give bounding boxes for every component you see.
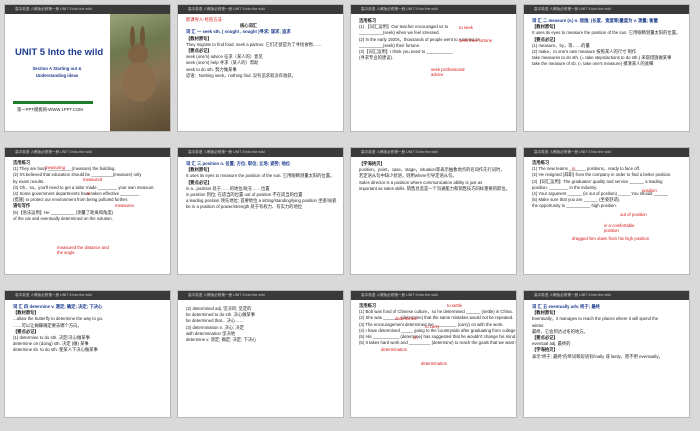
text-line: of the car and eventually determined on … xyxy=(13,215,113,221)
slide-header: 高中英语 人教版必修第一册 UNIT 5 Into the wild xyxy=(351,5,516,14)
text-line: take the measure of sb. (= take one's me… xyxy=(532,61,654,67)
text-line: (6) It takes hard work and _________ (de… xyxy=(359,340,516,346)
slide-header: 高中英语 人教版必修第一册 UNIT 5 Into the wild xyxy=(5,291,170,300)
answer-text: out of position xyxy=(620,212,647,217)
slide-header: 高中英语 人教版必修第一册 UNIT 5 Into the wild xyxy=(351,148,516,157)
slide-header: 高中英语 人教版必修第一册 UNIT 5 Into the wild xyxy=(178,148,343,157)
slide-thumbnail-10[interactable]: 高中英语 人教版必修第一册 UNIT 5 Into the wild (2) d… xyxy=(178,291,343,417)
rabbit-photo xyxy=(110,14,170,131)
slide-thumbnail-9[interactable]: 高中英语 人教版必修第一册 UNIT 5 Into the wild 词 汇 四… xyxy=(5,291,170,417)
slide-thumbnail-8[interactable]: 高中英语 人教版必修第一册 UNIT 5 Into the wild 活用练习 … xyxy=(524,148,689,274)
text-line: (2) She was _______ (determine) that the… xyxy=(359,315,514,321)
text-line: It uses its eyes to measure the position… xyxy=(532,30,681,36)
slide-header: 高中英语 人教版必修第一册 UNIT 5 Into the wild xyxy=(524,148,689,157)
answer-text: position xyxy=(642,188,657,193)
answer-text: measured the distance and the angle xyxy=(57,245,109,255)
slide-header: 高中英语 人教版必修第一册 UNIT 5 Into the wild xyxy=(351,291,516,300)
answer-text: seek professional advice xyxy=(431,67,465,77)
answer-text: to carry xyxy=(425,324,440,329)
answer-text: measuring xyxy=(45,165,66,170)
answer-text: in xyxy=(572,166,576,171)
text-line: be in a position of power/strength 处于有权力… xyxy=(186,204,303,210)
slide-thumbnail-7[interactable]: 高中英语 人教版必修第一册 UNIT 5 Into the wild 【学海拾贝… xyxy=(351,148,516,274)
answer-text: to xyxy=(87,191,91,196)
slide-thumbnail-12[interactable]: 高中英语 人教版必修第一册 UNIT 5 Into the wild 词 汇 五… xyxy=(524,291,689,417)
text-line: It uses its eyes to measure the position… xyxy=(186,173,335,179)
slide-thumbnail-4[interactable]: 高中英语 人教版必修第一册 UNIT 5 Into the wild 词 汇 二… xyxy=(524,5,689,131)
answer-text: determination xyxy=(421,361,448,366)
site-text: 第一PPT模板网-WWW.1PPT.COM xyxy=(17,107,83,112)
text-line: 表示"终于; 最终"的单词和短语有finally 或 lastly，而不用 ev… xyxy=(532,353,663,359)
answer-text: on xyxy=(413,335,418,340)
text-line: important as sales skills. 销售总监是一个沟通能力和销… xyxy=(359,185,510,191)
text-line: (2) He resigned (辞职) from the company in… xyxy=(532,172,672,178)
slide-header: 高中英语 人教版必修第一册 UNIT 5 Into the wild xyxy=(524,291,689,300)
answer-text: to seek xyxy=(459,25,473,30)
text-line: determine sb. to do sth. 使某人下决心做某事 xyxy=(13,347,98,353)
slide-thumbnail-2[interactable]: 高中英语 人教版必修第一册 UNIT 5 Into the wild 新课导入·… xyxy=(178,5,343,131)
answer-text: measured xyxy=(83,177,103,182)
green-strip xyxy=(13,101,93,104)
slide-header: 高中英语 人教版必修第一册 UNIT 5 Into the wild xyxy=(5,148,170,157)
answer-text: determination xyxy=(381,347,408,352)
slide-subtitle: Section A Starting out & Understanding id… xyxy=(32,66,82,78)
slide-header: 高中英语 人教版必修第一册 UNIT 5 Into the wild xyxy=(524,5,689,14)
answer-text: dragged him down from his high position xyxy=(572,236,650,241)
slide-header: 高中英语 人教版必修第一册 UNIT 5 Into the wild xyxy=(5,5,170,14)
answer-text: to settle xyxy=(447,303,463,308)
text-line: (寻求专业的建议). xyxy=(359,55,394,61)
text-line: the opportunity to __________ high posit… xyxy=(532,203,617,209)
slide-thumbnail-5[interactable]: 高中英语 人教版必修第一册 UNIT 5 Into the wild 活用练习 … xyxy=(5,148,170,274)
answer-text: determined xyxy=(395,316,417,321)
answer-text: measures xyxy=(115,203,134,208)
slide-title: UNIT 5 Into the wild xyxy=(15,47,104,58)
slide-thumbnail-11[interactable]: 高中英语 人教版必修第一册 UNIT 5 Into the wild 活用练习 … xyxy=(351,291,516,417)
text-line: 谚语：Nothing seek，nothing find. 没有追求就没有收获。 xyxy=(186,72,296,78)
slide-thumbnail-3[interactable]: 高中英语 人教版必修第一册 UNIT 5 Into the wild 活用练习 … xyxy=(351,5,516,131)
text-line: determine v. 测定; 确定; 决定; 下决心 xyxy=(186,337,257,343)
slide-header: 高中英语 人教版必修第一册 UNIT 5 Into the wild xyxy=(178,5,343,14)
answer-text: in a comfortable position xyxy=(604,223,635,233)
slide-header: 高中英语 人教版必修第一册 UNIT 5 Into the wild xyxy=(178,291,343,300)
slide-thumbnail-1[interactable]: 高中英语 人教版必修第一册 UNIT 5 Into the wild UNIT … xyxy=(5,5,170,131)
slide-thumbnail-6[interactable]: 高中英语 人教版必修第一册 UNIT 5 Into the wild 词 汇 三… xyxy=(178,148,343,274)
answer-text: seek their fortune xyxy=(459,38,493,43)
